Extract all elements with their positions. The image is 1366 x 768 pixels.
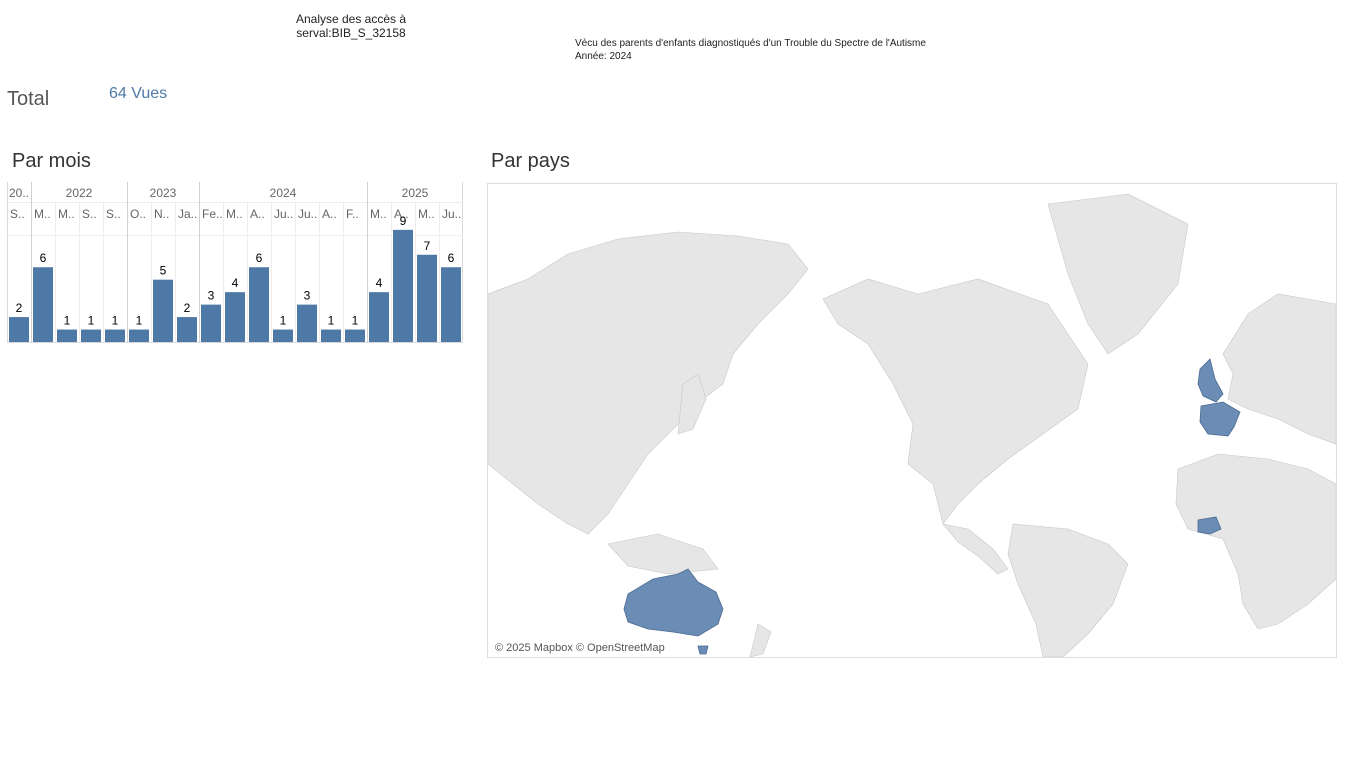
world-map-svg	[488, 184, 1336, 657]
bar-value-label: 4	[232, 276, 239, 290]
bar-value-label: 1	[112, 314, 119, 328]
total-value: 64 Vues	[109, 85, 168, 102]
month-label: Ja..	[178, 207, 197, 221]
bar-value-label: 1	[88, 314, 95, 328]
year-group-label: 2025	[402, 186, 429, 200]
bar	[369, 292, 389, 342]
map-credit: © 2025 Mapbox © OpenStreetMap	[495, 642, 665, 654]
month-label: F..	[346, 207, 359, 221]
bar	[33, 267, 53, 342]
bar-value-label: 3	[304, 289, 311, 303]
bar	[81, 329, 101, 342]
year-group-label: 2024	[270, 186, 297, 200]
bar-chart-svg: 20.. 2022 2023 2024 2025 S.. 2 M.. 6 M.. 1 S.. 1 S.. 1…	[7, 182, 463, 343]
month-label: M..	[58, 207, 75, 221]
bar-value-label: 1	[328, 314, 335, 328]
document-info: Vécu des parents d'enfants diagnostiqués…	[575, 37, 926, 63]
dashboard-title: Analyse des accès à serval:BIB_S_32158	[270, 12, 432, 40]
bar-value-label: 2	[184, 301, 191, 315]
month-label: Ju..	[298, 207, 317, 221]
document-title: Vécu des parents d'enfants diagnostiqués…	[575, 38, 926, 49]
month-label: A..	[250, 207, 265, 221]
month-label: Ju..	[442, 207, 461, 221]
bar-value-label: 6	[256, 251, 263, 265]
month-label: M..	[34, 207, 51, 221]
year-group-label: 20..	[9, 186, 29, 200]
bar	[297, 304, 317, 342]
month-label: S..	[10, 207, 25, 221]
month-label: O..	[130, 207, 146, 221]
month-label: M..	[370, 207, 387, 221]
bar-value-label: 6	[448, 251, 455, 265]
year-group-label: 2023	[150, 186, 177, 200]
bar-value-label: 7	[424, 239, 431, 253]
bar-value-label: 4	[376, 276, 383, 290]
year-group-label: 2022	[66, 186, 93, 200]
monthly-section-title: Par mois	[12, 150, 91, 172]
bar	[249, 267, 269, 342]
bar-value-label: 1	[352, 314, 359, 328]
bar-value-label: 9	[400, 214, 407, 228]
bar	[273, 329, 293, 342]
bar	[9, 317, 29, 342]
bar-value-label: 1	[280, 314, 287, 328]
bar-value-label: 6	[40, 251, 47, 265]
bar	[57, 329, 77, 342]
country-tasmania	[697, 645, 709, 655]
bar	[345, 329, 365, 342]
bar	[321, 329, 341, 342]
bar	[129, 329, 149, 342]
world-map[interactable]	[487, 183, 1337, 658]
document-year: Année: 2024	[575, 51, 632, 62]
country-section-title: Par pays	[491, 150, 570, 172]
month-label: A..	[322, 207, 337, 221]
monthly-bar-chart: 20.. 2022 2023 2024 2025 S.. 2 M.. 6 M.. 1 S.. 1 S.. 1…	[7, 182, 463, 344]
bar	[201, 304, 221, 342]
month-label: Fe..	[202, 207, 223, 221]
bar	[105, 329, 125, 342]
bar	[225, 292, 245, 342]
bar	[417, 254, 437, 342]
total-label: Total	[7, 88, 50, 110]
bar-value-label: 3	[208, 289, 215, 303]
bar	[393, 229, 413, 342]
month-label: S..	[82, 207, 97, 221]
month-label: M..	[226, 207, 243, 221]
bar-value-label: 2	[16, 301, 23, 315]
bar	[441, 267, 461, 342]
dashboard-title-line-1: Analyse des accès à	[295, 12, 407, 26]
bar	[177, 317, 197, 342]
bar-value-label: 1	[64, 314, 71, 328]
bar	[153, 279, 173, 342]
month-label: Ju..	[274, 207, 293, 221]
bar-value-label: 5	[160, 264, 167, 278]
month-label: S..	[106, 207, 121, 221]
month-label: M..	[418, 207, 435, 221]
dashboard-title-line-2: serval:BIB_S_32158	[296, 26, 406, 40]
month-label: N..	[154, 207, 169, 221]
bar-value-label: 1	[136, 314, 143, 328]
